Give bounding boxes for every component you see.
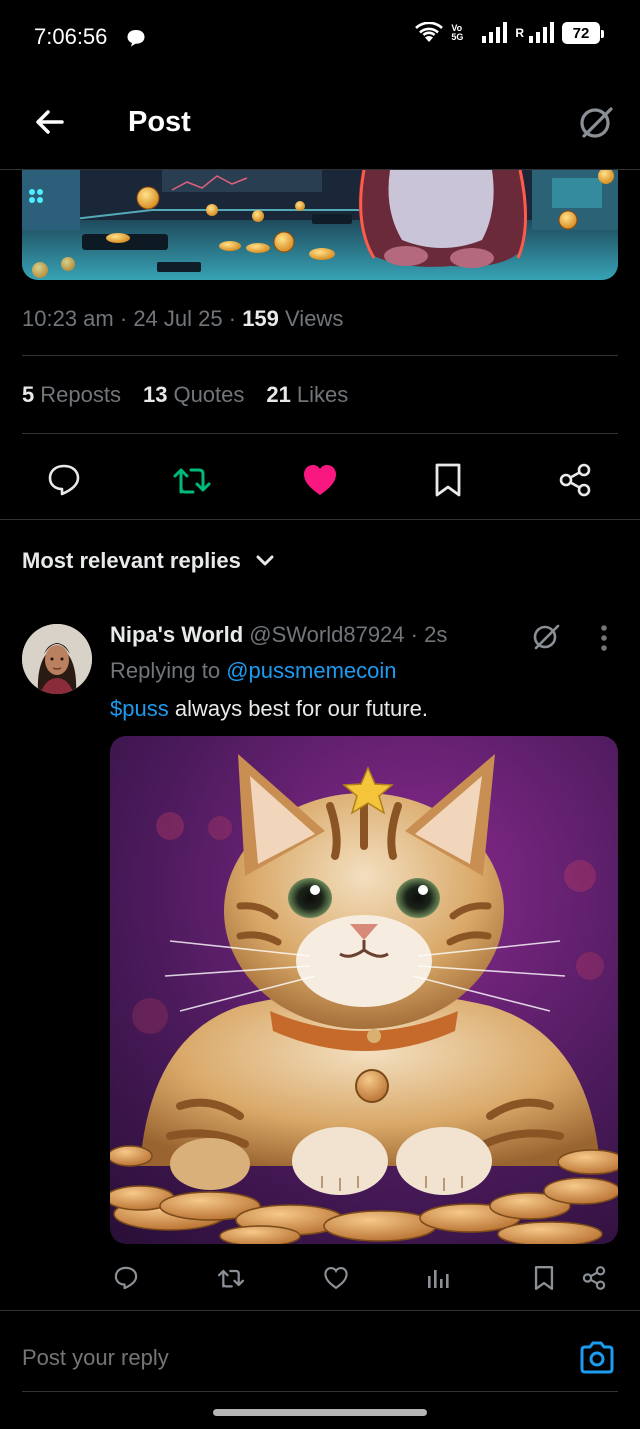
grok-slash-icon [580, 107, 613, 138]
share-icon [559, 463, 591, 497]
page-title: Post [128, 106, 191, 138]
share-icon [582, 1266, 606, 1290]
roaming-label: R [515, 26, 524, 40]
reply-action-bar [110, 1258, 618, 1298]
like-button[interactable] [320, 1262, 352, 1294]
replying-prefix: Replying to [110, 658, 221, 683]
avatar[interactable] [22, 624, 92, 694]
divider [22, 355, 618, 356]
grok-slash-icon [533, 624, 560, 650]
top-app-bar: Post [0, 80, 640, 170]
speech-bubble-icon [48, 464, 80, 496]
views-count: 159 [242, 306, 279, 331]
speech-bubble-icon [114, 1266, 138, 1290]
sort-label: Most relevant replies [22, 548, 241, 573]
post-media-image[interactable] [22, 170, 618, 280]
camera-icon [580, 1341, 614, 1374]
reply-text: $puss always best for our future. [110, 696, 428, 722]
camera-button[interactable] [578, 1339, 616, 1377]
divider [22, 1391, 618, 1392]
reply-header: Nipa's World @SWorld87924 · 2s [110, 622, 447, 648]
back-button[interactable] [30, 102, 70, 142]
repost-button[interactable] [215, 1262, 247, 1294]
home-indicator[interactable] [213, 1409, 427, 1416]
heart-filled-icon [304, 465, 336, 495]
reply-button[interactable] [42, 458, 86, 502]
bookmark-button[interactable] [426, 458, 470, 502]
bookmark-icon [435, 463, 461, 497]
post-action-bar [0, 450, 640, 510]
bookmark-button[interactable] [528, 1262, 560, 1294]
chat-bubble-icon [126, 28, 146, 53]
analytics-bars-icon [428, 1270, 449, 1288]
reply-body: always best for our future. [168, 696, 428, 721]
author-name[interactable]: Nipa's World [110, 622, 243, 647]
replying-to-handle[interactable]: @pussmemecoin [226, 658, 396, 683]
views-button[interactable] [422, 1262, 454, 1294]
signal-icon-2 [528, 22, 554, 44]
battery-level: 72 [572, 24, 590, 42]
separator-dot: · [410, 622, 425, 647]
chevron-down-icon [256, 555, 274, 566]
quotes-stat[interactable]: 13 Quotes [143, 382, 244, 408]
cashtag-link[interactable]: $puss [110, 696, 169, 721]
author-handle[interactable]: @SWorld87924 [249, 622, 404, 647]
post-time: 10:23 am [22, 306, 114, 331]
divider [22, 433, 618, 434]
battery-icon: 72 [562, 22, 604, 44]
more-vertical-icon [601, 625, 607, 651]
share-button[interactable] [578, 1262, 610, 1294]
grok-button[interactable] [530, 620, 562, 652]
repost-icon [173, 468, 211, 494]
wifi-icon [415, 22, 444, 44]
grok-button[interactable] [576, 102, 616, 142]
signal-icon [481, 22, 508, 44]
more-options-button[interactable] [590, 622, 618, 654]
share-button[interactable] [553, 458, 597, 502]
reposts-stat[interactable]: 5 Reposts [22, 382, 121, 408]
status-bar: 7:06:56 Vo 5G R 72 [0, 0, 640, 72]
views-label: Views [285, 306, 344, 331]
divider [0, 519, 640, 520]
reply-button[interactable] [110, 1262, 142, 1294]
likes-stat[interactable]: 21 Likes [266, 382, 348, 408]
bookmark-icon [534, 1266, 554, 1290]
network-label: Vo 5G [451, 23, 464, 42]
meta-separator: · [228, 306, 243, 331]
reply-media-image[interactable] [110, 736, 618, 1244]
heart-icon [324, 1267, 348, 1290]
status-time: 7:06:56 [34, 24, 108, 49]
meta-separator: · [119, 306, 134, 331]
repost-icon [217, 1269, 245, 1288]
status-icons: Vo 5G R 72 [415, 22, 604, 44]
post-meta: 10:23 am · 24 Jul 25 · 159 Views [22, 306, 343, 332]
replying-to: Replying to @pussmemecoin [110, 658, 397, 684]
like-button[interactable] [298, 458, 342, 502]
replies-sort-dropdown[interactable]: Most relevant replies [22, 548, 275, 574]
repost-button[interactable] [170, 458, 214, 502]
engagement-stats: 5 Reposts 13 Quotes 21 Likes [22, 382, 348, 408]
arrow-left-icon [36, 110, 64, 134]
reply-input[interactable] [22, 1345, 522, 1371]
post-date: 24 Jul 25 [133, 306, 223, 331]
reply-age: 2s [424, 622, 448, 647]
reply-composer [0, 1310, 640, 1392]
